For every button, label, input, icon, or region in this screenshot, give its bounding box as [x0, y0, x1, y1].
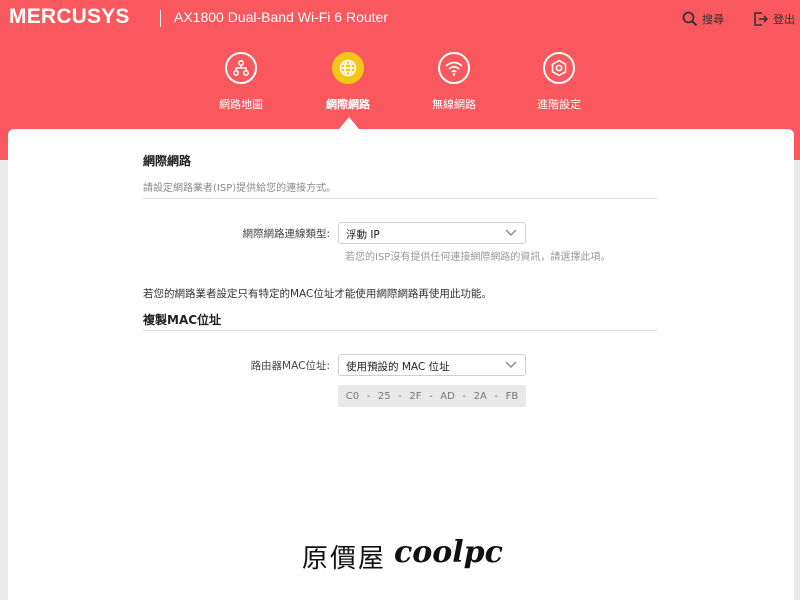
- header-separator: [160, 10, 161, 27]
- network-map-icon: [225, 52, 257, 84]
- globe-icon: [332, 52, 364, 84]
- router-model: AX1800 Dual-Band Wi-Fi 6 Router: [174, 9, 388, 25]
- logout-button[interactable]: 登出: [753, 11, 795, 27]
- internet-subtitle: 請設定網路業者(ISP)提供給您的連接方式。: [143, 183, 337, 194]
- mac-separator: -: [398, 390, 402, 402]
- watermark-chinese: 原價屋: [302, 544, 387, 574]
- mac-separator: -: [429, 390, 433, 402]
- mac-octet: AD: [440, 390, 455, 402]
- connection-type-hint: 若您的ISP沒有提供任何連接網際網路的資訊，請選擇此項。: [345, 252, 611, 263]
- gear-icon: [543, 52, 575, 84]
- search-button[interactable]: 搜尋: [682, 11, 724, 27]
- connection-type-label: 網際網路連線類型:: [242, 228, 330, 240]
- nav-label: 網路地圖: [219, 98, 263, 111]
- mac-separator: -: [462, 390, 467, 402]
- connection-type-value: 浮動 IP: [346, 229, 380, 241]
- logout-icon: [754, 12, 769, 26]
- nav-internet[interactable]: 網際網路: [303, 52, 393, 112]
- mac-octet: 2F: [409, 390, 422, 402]
- mac-separator: -: [494, 390, 498, 402]
- nav-label: 網際網路: [326, 98, 370, 111]
- mac-address-display: C0 - 25 - 2F - AD - 2A - FB: [338, 385, 526, 407]
- mac-octet: 25: [377, 390, 391, 402]
- nav-advanced[interactable]: 進階設定: [514, 52, 604, 112]
- mac-octet: FB: [505, 390, 519, 402]
- wifi-icon: [438, 52, 470, 84]
- router-mac-value: 使用預設的 MAC 位址: [346, 361, 450, 373]
- nav-label: 進階設定: [537, 98, 581, 111]
- logout-label: 登出: [773, 13, 795, 26]
- nav-network-map[interactable]: 網路地圖: [196, 52, 286, 112]
- mac-clone-info: 若您的網路業者設定只有特定的MAC位址才能使用網際網路再使用此功能。: [143, 288, 492, 300]
- section-divider: [143, 330, 657, 331]
- watermark-logo: coolpc: [394, 535, 503, 570]
- router-mac-label: 路由器MAC位址:: [250, 360, 330, 372]
- connection-type-select[interactable]: 浮動 IP: [338, 222, 526, 244]
- chevron-down-icon: [505, 361, 517, 368]
- brand-logo: MERCUSYS: [9, 5, 130, 28]
- search-label: 搜尋: [702, 13, 724, 26]
- nav-label: 無線網路: [432, 98, 476, 111]
- mac-octet: C0: [345, 390, 360, 402]
- mac-section-title: 複製MAC位址: [143, 313, 222, 327]
- active-tab-pointer: [339, 117, 359, 129]
- router-mac-select[interactable]: 使用預設的 MAC 位址: [338, 354, 526, 376]
- section-divider: [143, 198, 657, 199]
- internet-section-title: 網際網路: [143, 154, 192, 168]
- mac-octet: 2A: [473, 390, 487, 402]
- search-icon: [682, 11, 698, 27]
- chevron-down-icon: [505, 229, 517, 236]
- mac-separator: -: [366, 390, 371, 402]
- nav-wireless[interactable]: 無線網路: [409, 52, 499, 112]
